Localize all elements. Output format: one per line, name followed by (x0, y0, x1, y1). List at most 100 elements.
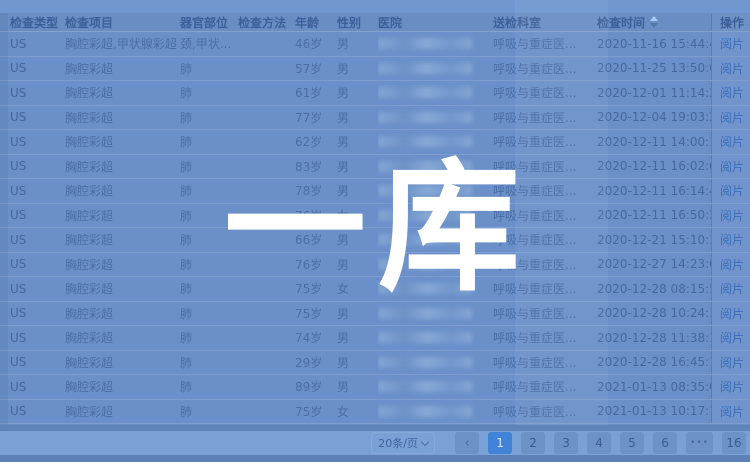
view-images-link[interactable]: 阅片 (720, 35, 744, 52)
cell-age: 83岁 (295, 155, 337, 179)
view-images-link[interactable]: 阅片 (720, 207, 744, 224)
cell-text-type: US (10, 159, 26, 173)
cell-dept: 呼吸与重症医... (493, 204, 597, 228)
cell-age: 29岁 (295, 351, 337, 375)
table-row: US胸腔彩超肺89岁男呼吸与重症医...2021-01-13 08:35:05阅… (0, 375, 750, 400)
table-row: US胸腔彩超肺74岁男呼吸与重症医...2020-12-28 11:38:11阅… (0, 326, 750, 351)
table-row: US胸腔彩超肺77岁男呼吸与重症医...2020-12-04 19:03:24阅… (0, 106, 750, 131)
cell-text-item: 胸腔彩超 (65, 158, 113, 175)
cell-item: 胸腔彩超 (65, 130, 180, 154)
table-row: US胸腔彩超肺66岁男呼吸与重症医...2020-12-21 15:10:33阅… (0, 228, 750, 253)
column-header-time[interactable]: 检查时间 (597, 14, 711, 31)
cell-hospital (378, 326, 493, 350)
cell-time: 2020-12-28 10:24:30 (597, 302, 711, 326)
page-size-select[interactable]: 20条/页 (371, 432, 435, 454)
view-images-link[interactable]: 阅片 (720, 182, 744, 199)
page-button-5[interactable]: 5 (620, 432, 644, 454)
cell-item: 胸腔彩超,甲状腺彩超 (65, 32, 180, 56)
cell-hospital (378, 351, 493, 375)
hospital-redacted-blur (378, 112, 472, 123)
cell-gender: 男 (337, 106, 378, 130)
page-button-3[interactable]: 3 (554, 432, 578, 454)
cell-action: 阅片 (711, 106, 750, 130)
cell-text-organ: 颈,甲状... (180, 35, 231, 52)
cell-age: 57岁 (295, 57, 337, 81)
view-images-link[interactable]: 阅片 (720, 133, 744, 150)
cell-organ: 肺 (180, 228, 238, 252)
column-header-label: 检查类型 (10, 14, 58, 31)
cell-time: 2021-01-13 10:17:16 (597, 400, 711, 424)
cell-item: 胸腔彩超 (65, 81, 180, 105)
view-images-link[interactable]: 阅片 (720, 378, 744, 395)
table-row: US胸腔彩超肺83岁男呼吸与重症医...2020-12-11 16:02:05阅… (0, 155, 750, 180)
cell-text-age: 29岁 (295, 354, 322, 371)
page-button-6[interactable]: 6 (653, 432, 677, 454)
cell-text-type: US (10, 282, 26, 296)
page-button-2[interactable]: 2 (521, 432, 545, 454)
cell-dept: 呼吸与重症医... (493, 400, 597, 424)
page-button-16[interactable]: 16 (722, 432, 746, 454)
view-images-link[interactable]: 阅片 (720, 329, 744, 346)
cell-type: US (0, 81, 65, 105)
view-images-link[interactable]: 阅片 (720, 354, 744, 371)
view-images-link[interactable]: 阅片 (720, 231, 744, 248)
cell-type: US (0, 204, 65, 228)
cell-text-organ: 肺 (180, 378, 192, 395)
cell-type: US (0, 351, 65, 375)
cell-hospital (378, 400, 493, 424)
cell-text-time: 2020-12-28 10:24:30 (597, 306, 711, 320)
view-images-link[interactable]: 阅片 (720, 280, 744, 297)
cell-age: 46岁 (295, 32, 337, 56)
cell-gender: 男 (337, 326, 378, 350)
exam-list-screen: { "watermark": { "text": "一库", "color": … (0, 0, 750, 462)
cell-text-gender: 男 (337, 158, 349, 175)
view-images-link[interactable]: 阅片 (720, 84, 744, 101)
cell-text-time: 2020-12-21 15:10:33 (597, 233, 711, 247)
cell-text-age: 89岁 (295, 378, 322, 395)
sort-caret-icon[interactable] (650, 16, 658, 28)
cell-text-organ: 肺 (180, 207, 192, 224)
cell-text-item: 胸腔彩超 (65, 256, 113, 273)
cell-text-item: 胸腔彩超 (65, 305, 113, 322)
cell-text-time: 2020-12-28 16:45:16 (597, 355, 711, 369)
column-header-label: 性别 (337, 14, 361, 31)
cell-organ: 肺 (180, 155, 238, 179)
cell-method (238, 81, 295, 105)
cell-text-item: 胸腔彩超,甲状腺彩超 (65, 35, 177, 52)
cell-text-age: 83岁 (295, 158, 322, 175)
view-images-link[interactable]: 阅片 (720, 305, 744, 322)
more-pages-button[interactable]: ••• (686, 432, 713, 454)
cell-text-gender: 女 (337, 403, 349, 420)
cell-dept: 呼吸与重症医... (493, 106, 597, 130)
cell-method (238, 228, 295, 252)
cell-time: 2020-12-28 08:15:51 (597, 277, 711, 301)
view-images-link[interactable]: 阅片 (720, 403, 744, 420)
cell-organ: 肺 (180, 106, 238, 130)
cell-type: US (0, 179, 65, 203)
prev-page-button[interactable]: ‹ (455, 432, 479, 454)
cell-hospital (378, 155, 493, 179)
cell-hospital (378, 375, 493, 399)
cell-text-dept: 呼吸与重症医... (493, 207, 576, 224)
page-buttons: 123456 ••• 16 (488, 432, 746, 454)
cell-text-dept: 呼吸与重症医... (493, 35, 576, 52)
view-images-link[interactable]: 阅片 (720, 60, 744, 77)
page-button-4[interactable]: 4 (587, 432, 611, 454)
view-images-link[interactable]: 阅片 (720, 158, 744, 175)
cell-text-type: US (10, 37, 26, 51)
cell-type: US (0, 130, 65, 154)
cell-item: 胸腔彩超 (65, 204, 180, 228)
view-images-link[interactable]: 阅片 (720, 109, 744, 126)
cell-gender: 男 (337, 351, 378, 375)
cell-text-age: 46岁 (295, 35, 322, 52)
cell-item: 胸腔彩超 (65, 106, 180, 130)
cell-method (238, 326, 295, 350)
cell-text-time: 2020-12-27 14:23:04 (597, 257, 711, 271)
cell-method (238, 277, 295, 301)
cell-text-type: US (10, 331, 26, 345)
cell-text-organ: 肺 (180, 329, 192, 346)
page-button-1[interactable]: 1 (488, 432, 512, 454)
cell-text-gender: 男 (337, 256, 349, 273)
cell-text-organ: 肺 (180, 182, 192, 199)
view-images-link[interactable]: 阅片 (720, 256, 744, 273)
